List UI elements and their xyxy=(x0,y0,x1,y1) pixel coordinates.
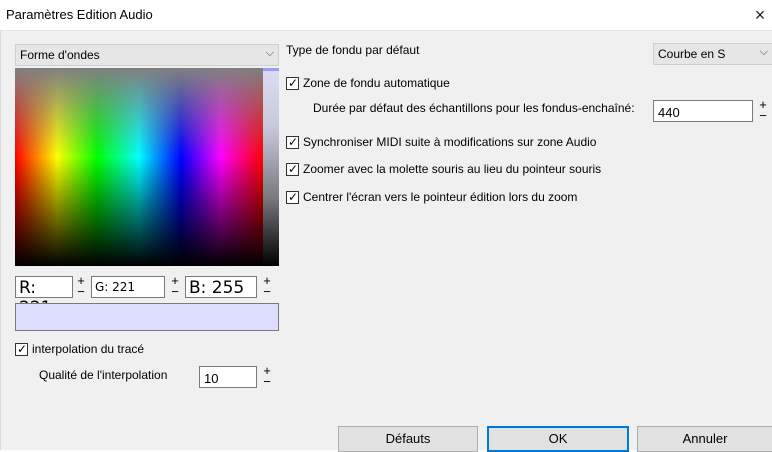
interpolation-quality-spinner[interactable]: + − xyxy=(259,364,275,388)
green-field[interactable]: G: 221 xyxy=(91,276,165,298)
decrement-icon[interactable]: − xyxy=(259,375,275,388)
center-screen-checkbox[interactable]: ✓ xyxy=(286,190,299,204)
fade-type-value: Courbe en S xyxy=(658,47,726,61)
blue-spinner[interactable]: + − xyxy=(259,274,275,298)
check-icon: ✓ xyxy=(288,190,299,204)
auto-fade-label: Zone de fondu automatique xyxy=(303,76,450,90)
luminance-slider[interactable] xyxy=(263,68,279,266)
ok-button[interactable]: OK xyxy=(487,426,629,452)
interpolation-quality-input[interactable]: 10 xyxy=(199,366,257,388)
red-field[interactable]: R: 221 xyxy=(15,276,73,318)
crossfade-duration-input[interactable]: 440 xyxy=(653,100,753,122)
window-title: Paramètres Edition Audio xyxy=(6,7,153,22)
red-spinner[interactable]: + − xyxy=(73,274,89,298)
blue-label: B: 255 xyxy=(189,278,245,298)
sync-midi-label: Synchroniser MIDI suite à modifications … xyxy=(303,135,597,149)
dialog-body: Forme d'ondes ⌵ R: 221 + − G: 221 + − B:… xyxy=(0,31,772,452)
fade-type-select[interactable]: Courbe en S ⌵ xyxy=(653,43,772,65)
title-bar: Paramètres Edition Audio × xyxy=(0,0,772,31)
crossfade-duration-spinner[interactable]: + − xyxy=(755,98,771,122)
decrement-icon[interactable]: − xyxy=(73,285,89,298)
interpolation-checkbox[interactable]: ✓ xyxy=(15,342,28,356)
crossfade-duration-label: Durée par défaut des échantillons pour l… xyxy=(313,101,635,115)
color-spectrum-picker[interactable] xyxy=(15,68,263,266)
center-screen-label: Centrer l'écran vers le pointeur édition… xyxy=(303,190,578,204)
fade-type-label: Type de fondu par défaut xyxy=(286,43,420,57)
display-mode-value: Forme d'ondes xyxy=(20,48,100,62)
check-icon: ✓ xyxy=(288,135,299,149)
close-icon[interactable]: × xyxy=(748,3,772,27)
luminance-slider-thumb[interactable] xyxy=(263,68,279,71)
green-spinner[interactable]: + − xyxy=(167,274,183,298)
chevron-down-icon: ⌵ xyxy=(759,46,768,58)
blue-field[interactable]: B: 255 xyxy=(185,276,257,298)
check-icon: ✓ xyxy=(288,76,299,90)
crossfade-duration-value: 440 xyxy=(658,105,680,120)
sync-midi-checkbox[interactable]: ✓ xyxy=(286,135,299,149)
check-icon: ✓ xyxy=(288,162,299,176)
interpolation-quality-value: 10 xyxy=(204,371,219,386)
decrement-icon[interactable]: − xyxy=(167,285,183,298)
check-icon: ✓ xyxy=(17,342,28,356)
auto-fade-checkbox[interactable]: ✓ xyxy=(286,76,299,90)
green-label: G: 221 xyxy=(95,280,136,294)
decrement-icon[interactable]: − xyxy=(755,109,771,122)
display-mode-select[interactable]: Forme d'ondes ⌵ xyxy=(15,44,279,66)
defaults-button[interactable]: Défauts xyxy=(338,426,478,452)
interpolation-label: interpolation du tracé xyxy=(32,342,145,356)
decrement-icon[interactable]: − xyxy=(259,285,275,298)
interpolation-quality-label: Qualité de l'interpolation xyxy=(39,368,168,382)
zoom-wheel-checkbox[interactable]: ✓ xyxy=(286,162,299,176)
chevron-down-icon: ⌵ xyxy=(265,47,274,59)
cancel-button[interactable]: Annuler xyxy=(637,426,772,452)
zoom-wheel-label: Zoomer avec la molette souris au lieu du… xyxy=(303,162,602,176)
color-preview-swatch xyxy=(15,303,279,331)
